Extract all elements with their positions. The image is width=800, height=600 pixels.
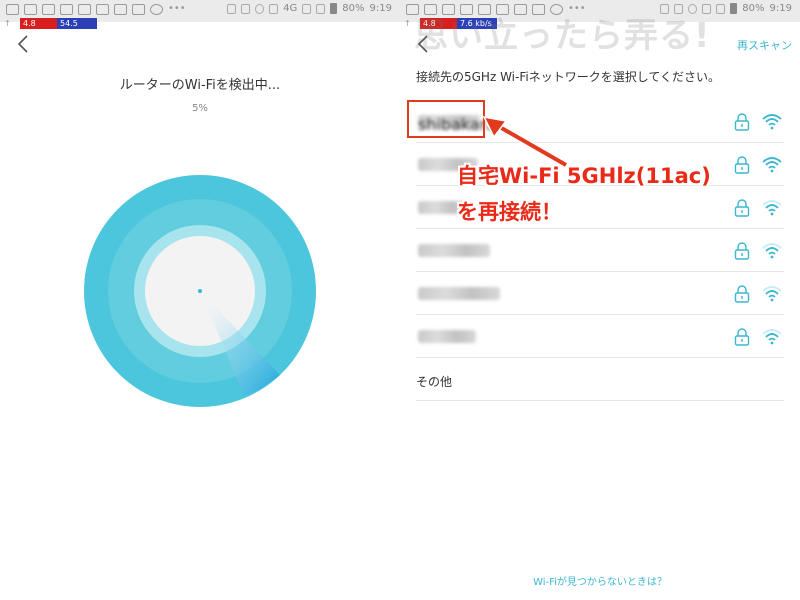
youtube-icon bbox=[24, 4, 37, 15]
alarm-icon bbox=[688, 3, 698, 14]
network-row[interactable] bbox=[416, 315, 784, 358]
clock: 9:19 bbox=[369, 3, 392, 14]
notification-icons: ••• bbox=[6, 3, 186, 16]
back-arrow-icon bbox=[17, 35, 28, 53]
sim-icon bbox=[316, 3, 326, 14]
wifi-signal-medium-icon bbox=[762, 200, 782, 216]
more-notifications-icon: ••• bbox=[568, 3, 586, 14]
more-notifications-icon: ••• bbox=[168, 3, 186, 14]
instagram-icon bbox=[150, 4, 163, 15]
radar-center-dot bbox=[198, 289, 202, 293]
box-icon bbox=[96, 4, 109, 15]
alarm-icon bbox=[255, 3, 265, 14]
lock-icon bbox=[734, 156, 750, 174]
wifi-signal-medium-icon bbox=[762, 243, 782, 259]
lock-icon bbox=[734, 199, 750, 217]
signal-icon bbox=[302, 3, 312, 14]
battery-icon bbox=[330, 3, 338, 14]
annotation-line-1: 自宅Wi-Fi 5GHlz(11ac) bbox=[457, 164, 711, 188]
notification-icon bbox=[406, 4, 419, 15]
network-row[interactable] bbox=[416, 229, 784, 272]
wifi-help-link[interactable]: Wi-Fiが見つからないときは？ bbox=[400, 573, 800, 588]
mail-icon bbox=[532, 4, 545, 15]
network-name bbox=[418, 330, 476, 343]
notification-icon bbox=[442, 4, 455, 15]
clock: 9:19 bbox=[769, 3, 792, 14]
wifi-signal-medium-icon bbox=[762, 329, 782, 345]
network-select-screen: ••• 80% 9:19 ↑ 4.8 Mbps 7.6 kb/s 思い立ったら弄… bbox=[400, 0, 800, 600]
notification-icon bbox=[60, 4, 73, 15]
highlight-box bbox=[407, 100, 485, 138]
wifi-signal-strong-icon bbox=[762, 157, 782, 173]
system-tray: 80% 9:19 bbox=[660, 3, 792, 14]
other-network-label: その他 bbox=[416, 375, 453, 389]
notification-icon bbox=[42, 4, 55, 15]
battery-level: 80% bbox=[342, 3, 365, 14]
notification-icon bbox=[78, 4, 91, 15]
notification-icon bbox=[6, 4, 19, 15]
back-arrow-icon bbox=[417, 35, 428, 53]
lock-icon bbox=[734, 328, 750, 346]
notification-icon bbox=[460, 4, 473, 15]
scan-title: ルーターのWi-Fiを検出中... bbox=[119, 78, 281, 93]
rescan-button[interactable]: 再スキャン bbox=[737, 37, 792, 53]
vibrate-icon bbox=[674, 3, 684, 14]
network-name bbox=[418, 244, 490, 257]
other-network-row[interactable]: その他 bbox=[416, 358, 784, 401]
vibrate-icon bbox=[241, 3, 251, 14]
back-button[interactable] bbox=[414, 34, 434, 54]
lock-icon bbox=[734, 242, 750, 260]
signal-icon bbox=[716, 3, 726, 14]
notification-icons: ••• bbox=[406, 3, 586, 16]
wifi-status-icon bbox=[702, 3, 712, 14]
wifi-status-icon bbox=[269, 3, 279, 14]
lock-icon bbox=[734, 113, 750, 131]
notification-icon bbox=[478, 4, 491, 15]
instagram-icon bbox=[550, 4, 563, 15]
notification-icon bbox=[514, 4, 527, 15]
notification-icon bbox=[114, 4, 127, 15]
upload-speed: 4.8 Mbps bbox=[420, 18, 457, 39]
mail-icon bbox=[132, 4, 145, 15]
scan-screen: ••• 4G 80% 9:19 ↑ 4.8 Mbps 54.5 kb/s ルータ… bbox=[0, 0, 400, 600]
bluetooth-icon bbox=[227, 3, 237, 14]
bluetooth-icon bbox=[660, 3, 670, 14]
data-arrow-icon: ↑ bbox=[4, 19, 11, 28]
upload-speed: 4.8 Mbps bbox=[20, 18, 57, 39]
network-list: shibakara その他 bbox=[416, 100, 784, 401]
network-name bbox=[418, 287, 500, 300]
box-icon bbox=[496, 4, 509, 15]
wifi-signal-strong-icon bbox=[762, 114, 782, 130]
radar-scan-graphic bbox=[84, 175, 316, 407]
lock-icon bbox=[734, 285, 750, 303]
download-speed: 7.6 kb/s bbox=[457, 18, 497, 29]
battery-level: 80% bbox=[742, 3, 765, 14]
battery-icon bbox=[730, 3, 738, 14]
network-row[interactable] bbox=[416, 272, 784, 315]
back-button[interactable] bbox=[14, 34, 34, 54]
system-tray: 4G 80% 9:19 bbox=[227, 3, 392, 14]
scan-progress: 5% bbox=[192, 103, 208, 114]
youtube-icon bbox=[424, 4, 437, 15]
data-arrow-icon: ↑ bbox=[404, 19, 411, 28]
annotation-line-2: を再接続！ bbox=[457, 200, 562, 224]
wifi-signal-medium-icon bbox=[762, 286, 782, 302]
select-network-prompt: 接続先の5GHz Wi-Fiネットワークを選択してください。 bbox=[416, 70, 720, 84]
download-speed: 54.5 kb/s bbox=[57, 18, 97, 39]
network-type: 4G bbox=[283, 3, 298, 14]
